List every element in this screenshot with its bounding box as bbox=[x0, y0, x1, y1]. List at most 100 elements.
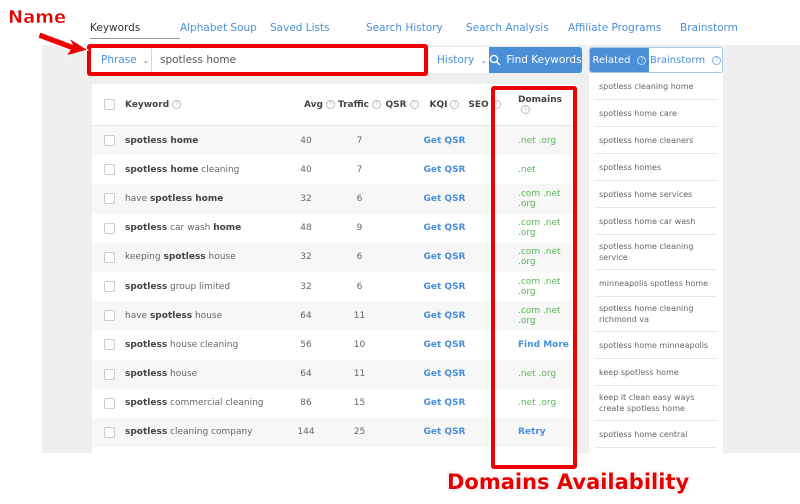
related-keyword-item[interactable]: keep spotless home bbox=[595, 359, 717, 386]
keyword-text: house bbox=[205, 252, 236, 263]
row-checkbox[interactable] bbox=[104, 397, 115, 409]
row-checkbox[interactable] bbox=[104, 310, 115, 322]
avg-cell: 32 bbox=[300, 252, 312, 263]
tab-saved-lists[interactable]: Saved Lists bbox=[270, 22, 366, 39]
keyword-cell[interactable]: spotless home cleaning bbox=[125, 165, 275, 175]
help-icon[interactable]: ? bbox=[172, 99, 182, 109]
tab-keywords[interactable]: Keywords bbox=[90, 22, 180, 39]
keyword-cell[interactable]: spotless cleaning company bbox=[125, 427, 275, 437]
row-checkbox[interactable] bbox=[104, 281, 115, 293]
get-qsr-link[interactable]: Get QSR bbox=[422, 369, 467, 379]
keyword-match-text: spotless bbox=[163, 252, 206, 263]
column-seo-label: SEO bbox=[468, 99, 489, 110]
avg-cell: 32 bbox=[300, 281, 312, 292]
history-dropdown[interactable]: History ⌄ bbox=[429, 47, 489, 73]
column-avg[interactable]: Avg? bbox=[275, 99, 337, 110]
get-qsr-link[interactable]: Get QSR bbox=[422, 252, 467, 262]
column-kqi-label: KQI bbox=[429, 99, 448, 110]
keyword-cell[interactable]: spotless home bbox=[125, 136, 275, 146]
related-keyword-item[interactable]: spotless homes bbox=[595, 154, 717, 181]
select-all-checkbox[interactable] bbox=[104, 99, 115, 110]
keyword-match-text: spotless bbox=[125, 427, 168, 438]
keyword-cell[interactable]: spotless house bbox=[125, 369, 275, 379]
keyword-cell[interactable]: spotless house cleaning bbox=[125, 340, 275, 350]
column-kqi[interactable]: KQI? bbox=[422, 99, 467, 110]
column-qsr[interactable]: QSR? bbox=[382, 99, 422, 110]
keyword-cell[interactable]: spotless commercial cleaning bbox=[125, 398, 275, 408]
traffic-cell: 11 bbox=[353, 369, 366, 380]
related-keyword-item[interactable]: spotless home services bbox=[595, 181, 717, 208]
help-icon[interactable]: ? bbox=[409, 99, 419, 109]
keyword-match-text: spotless bbox=[125, 223, 168, 234]
help-icon[interactable]: ? bbox=[372, 99, 382, 109]
related-keyword-item[interactable]: spotless home cleaning richmond va bbox=[595, 297, 717, 332]
related-keyword-item[interactable]: spotless home cleaning service bbox=[595, 235, 717, 270]
tab-brainstorm-side[interactable]: Brainstorm ? bbox=[649, 48, 722, 72]
annotation-name-label: Name bbox=[8, 7, 67, 29]
tab-brainstorm[interactable]: Brainstorm bbox=[680, 22, 738, 39]
row-checkbox[interactable] bbox=[104, 251, 115, 263]
traffic-cell: 7 bbox=[356, 164, 363, 175]
related-keyword-item[interactable]: spotless home cleaners bbox=[595, 127, 717, 154]
related-keyword-item[interactable]: keep it clean easy ways create spotless … bbox=[595, 386, 717, 421]
get-qsr-link[interactable]: Get QSR bbox=[422, 165, 467, 175]
keyword-match-text: spotless home bbox=[125, 164, 199, 175]
annotation-arrow-icon bbox=[38, 31, 90, 57]
row-checkbox[interactable] bbox=[104, 426, 115, 438]
related-keyword-item[interactable]: spotless home care bbox=[595, 100, 717, 127]
avg-cell: 64 bbox=[300, 369, 312, 380]
row-checkbox[interactable] bbox=[104, 222, 115, 234]
keyword-text: cleaning company bbox=[167, 427, 253, 438]
traffic-cell: 6 bbox=[356, 193, 363, 204]
tab-search-history[interactable]: Search History bbox=[366, 22, 466, 39]
avg-cell: 64 bbox=[300, 310, 312, 321]
get-qsr-link[interactable]: Get QSR bbox=[422, 194, 467, 204]
avg-cell: 40 bbox=[300, 164, 312, 175]
avg-cell: 40 bbox=[300, 135, 312, 146]
search-icon bbox=[490, 54, 501, 66]
column-traffic[interactable]: Traffic? bbox=[337, 99, 382, 110]
row-checkbox[interactable] bbox=[104, 193, 115, 205]
column-keyword[interactable]: Keyword? bbox=[125, 99, 275, 110]
tab-related[interactable]: Related ? bbox=[590, 48, 649, 72]
tab-search-analysis[interactable]: Search Analysis bbox=[466, 22, 568, 39]
keyword-cell[interactable]: keeping spotless house bbox=[125, 252, 275, 262]
nav-tabs: Keywords Alphabet Soup Saved Lists Searc… bbox=[90, 22, 738, 39]
get-qsr-link[interactable]: Get QSR bbox=[422, 398, 467, 408]
row-checkbox[interactable] bbox=[104, 368, 115, 380]
tab-alphabet-soup[interactable]: Alphabet Soup bbox=[180, 22, 270, 39]
help-icon[interactable]: ? bbox=[450, 99, 460, 109]
related-keywords-list: spotless cleaning home spotless home care… bbox=[589, 73, 723, 457]
related-keyword-item[interactable]: minneapolis spotless home bbox=[595, 270, 717, 297]
help-icon[interactable]: ? bbox=[326, 99, 335, 109]
keyword-cell[interactable]: have spotless house bbox=[125, 311, 275, 321]
get-qsr-link[interactable]: Get QSR bbox=[422, 136, 467, 146]
get-qsr-link[interactable]: Get QSR bbox=[422, 427, 467, 437]
get-qsr-link[interactable]: Get QSR bbox=[422, 340, 467, 350]
row-checkbox[interactable] bbox=[104, 339, 115, 351]
find-keywords-button[interactable]: Find Keywords bbox=[489, 47, 582, 73]
avg-cell: 56 bbox=[300, 339, 312, 350]
keyword-cell[interactable]: spotless group limited bbox=[125, 282, 275, 292]
help-icon[interactable]: ? bbox=[712, 55, 722, 65]
get-qsr-link[interactable]: Get QSR bbox=[422, 311, 467, 321]
related-keyword-item[interactable]: spotless cleaning home bbox=[595, 73, 717, 100]
help-icon[interactable]: ? bbox=[637, 55, 647, 65]
side-tabs: Related ? Brainstorm ? bbox=[589, 47, 723, 73]
keyword-match-text: spotless home bbox=[149, 193, 224, 204]
related-keyword-item[interactable]: spotless home car wash bbox=[595, 208, 717, 235]
get-qsr-link[interactable]: Get QSR bbox=[422, 223, 467, 233]
keyword-text: car wash bbox=[167, 223, 214, 234]
keyword-match-text: spotless bbox=[125, 369, 168, 380]
keyword-cell[interactable]: have spotless home bbox=[125, 194, 275, 204]
row-checkbox[interactable] bbox=[104, 135, 115, 147]
get-qsr-link[interactable]: Get QSR bbox=[422, 282, 467, 292]
related-keyword-item[interactable]: spotless home minneapolis bbox=[595, 332, 717, 359]
keyword-cell[interactable]: spotless car wash home bbox=[125, 223, 275, 233]
traffic-cell: 15 bbox=[353, 398, 366, 409]
related-keyword-item[interactable]: spotless home central bbox=[595, 421, 717, 448]
column-avg-label: Avg bbox=[304, 99, 323, 110]
side-panel: Related ? Brainstorm ? spotless cleaning… bbox=[589, 47, 723, 457]
row-checkbox[interactable] bbox=[104, 164, 115, 176]
tab-affiliate-programs[interactable]: Affiliate Programs bbox=[568, 22, 680, 39]
